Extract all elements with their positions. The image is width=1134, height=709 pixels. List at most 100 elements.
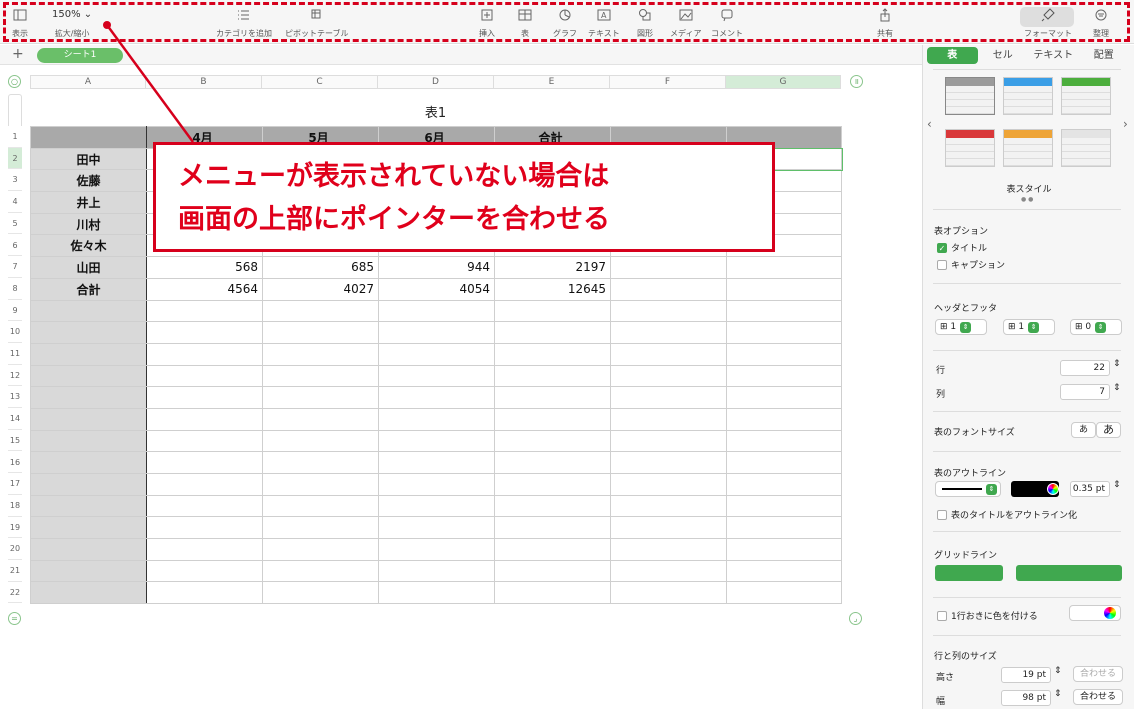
data-cell[interactable] bbox=[262, 451, 379, 474]
header-cell[interactable] bbox=[30, 126, 147, 149]
data-cell[interactable] bbox=[726, 429, 842, 453]
data-cell[interactable] bbox=[494, 516, 611, 540]
row-header-10[interactable]: 10 bbox=[8, 321, 22, 343]
data-cell[interactable] bbox=[262, 559, 379, 583]
data-cell[interactable]: 2197 bbox=[494, 256, 611, 279]
row-header-11[interactable]: 11 bbox=[8, 343, 22, 365]
row-name-cell[interactable] bbox=[30, 581, 147, 605]
row-header-6[interactable]: 6 bbox=[8, 235, 22, 257]
data-cell[interactable] bbox=[262, 342, 379, 366]
chevron-left-icon[interactable]: ‹ bbox=[927, 117, 932, 131]
data-cell[interactable]: 12645 bbox=[494, 277, 611, 301]
data-cell[interactable] bbox=[146, 559, 263, 583]
row-header-16[interactable]: 16 bbox=[8, 452, 22, 474]
outline-width-field[interactable]: 0.35 pt bbox=[1070, 481, 1110, 497]
data-cell[interactable] bbox=[726, 342, 842, 366]
row-name-cell[interactable]: 川村 bbox=[30, 212, 147, 236]
data-cell[interactable] bbox=[610, 386, 727, 409]
data-cell[interactable] bbox=[610, 256, 727, 279]
gridlines-table-toggle[interactable] bbox=[935, 565, 1003, 581]
table-style-swatch-3[interactable] bbox=[1061, 77, 1111, 115]
insert-button[interactable]: 挿入 bbox=[479, 8, 495, 39]
data-cell[interactable] bbox=[494, 321, 611, 344]
data-cell[interactable] bbox=[494, 429, 611, 453]
tab-arrange[interactable]: 配置 bbox=[1079, 47, 1130, 64]
tab-cell[interactable]: セル bbox=[978, 47, 1029, 64]
data-cell[interactable] bbox=[610, 407, 727, 431]
chart-button[interactable]: グラフ bbox=[553, 8, 577, 39]
data-cell[interactable] bbox=[146, 364, 263, 388]
row-header-19[interactable]: 19 bbox=[8, 517, 22, 539]
data-cell[interactable] bbox=[146, 321, 263, 344]
data-cell[interactable] bbox=[494, 364, 611, 388]
row-header-8[interactable]: 8 bbox=[8, 278, 22, 300]
row-header-17[interactable]: 17 bbox=[8, 473, 22, 495]
width-stepper-icon[interactable]: ⇕ bbox=[1054, 689, 1062, 699]
outline-width-stepper-icon[interactable]: ⇕ bbox=[1113, 480, 1121, 490]
zoom-button[interactable]: 150% ⌄ 拡大/縮小 bbox=[52, 8, 92, 39]
row-header-5[interactable]: 5 bbox=[8, 213, 22, 235]
footer-rows-stepper[interactable]: ⊞ 0 ⇕ bbox=[1070, 319, 1122, 335]
data-cell[interactable] bbox=[494, 559, 611, 583]
row-name-cell[interactable]: 田中 bbox=[30, 147, 147, 171]
data-cell[interactable] bbox=[494, 473, 611, 496]
row-name-cell[interactable] bbox=[30, 516, 147, 540]
gridlines-header-toggle[interactable] bbox=[1016, 565, 1122, 581]
column-header-b[interactable]: B bbox=[146, 75, 262, 89]
row-name-cell[interactable]: 佐藤 bbox=[30, 169, 147, 193]
data-cell[interactable] bbox=[378, 538, 495, 561]
data-cell[interactable] bbox=[146, 386, 263, 409]
row-name-cell[interactable] bbox=[30, 342, 147, 366]
add-row-icon[interactable]: = bbox=[8, 612, 21, 625]
row-name-cell[interactable] bbox=[30, 559, 147, 583]
data-cell[interactable] bbox=[726, 407, 842, 431]
fit-height-button[interactable]: 合わせる bbox=[1073, 666, 1123, 682]
data-cell[interactable] bbox=[262, 364, 379, 388]
data-cell[interactable] bbox=[146, 538, 263, 561]
data-cell[interactable] bbox=[146, 451, 263, 474]
row-name-cell[interactable] bbox=[30, 386, 147, 409]
table-style-swatch-2[interactable] bbox=[1003, 77, 1053, 115]
data-cell[interactable] bbox=[610, 277, 727, 301]
data-cell[interactable] bbox=[610, 429, 727, 453]
header-cols-stepper[interactable]: ⊞ 1 ⇕ bbox=[1003, 319, 1055, 335]
row-name-cell[interactable]: 佐々木 bbox=[30, 234, 147, 258]
data-cell[interactable] bbox=[610, 581, 727, 605]
data-cell[interactable] bbox=[378, 473, 495, 496]
width-field[interactable]: 98 pt bbox=[1001, 690, 1051, 706]
rows-field[interactable]: 22 bbox=[1060, 360, 1110, 376]
data-cell[interactable] bbox=[610, 451, 727, 474]
data-cell[interactable] bbox=[146, 516, 263, 540]
row-name-cell[interactable]: 井上 bbox=[30, 191, 147, 214]
row-header-2[interactable]: 2 bbox=[8, 147, 22, 170]
table-style-swatch-4[interactable] bbox=[945, 129, 995, 167]
data-cell[interactable] bbox=[262, 516, 379, 540]
data-cell[interactable] bbox=[610, 538, 727, 561]
row-name-cell[interactable] bbox=[30, 321, 147, 344]
add-sheet-button[interactable]: + bbox=[12, 46, 24, 62]
row-header-9[interactable]: 9 bbox=[8, 300, 22, 322]
data-cell[interactable] bbox=[378, 407, 495, 431]
data-cell[interactable] bbox=[610, 494, 727, 518]
column-header-g[interactable]: G bbox=[726, 75, 841, 89]
shape-button[interactable]: 図形 bbox=[637, 8, 653, 39]
pause-icon[interactable]: ॥ bbox=[850, 75, 863, 88]
data-cell[interactable] bbox=[378, 299, 495, 323]
row-header-22[interactable]: 22 bbox=[8, 582, 22, 604]
alternate-rows-checkbox[interactable]: 1行おきに色を付ける bbox=[937, 609, 1038, 622]
font-smaller-button[interactable]: あ bbox=[1071, 422, 1096, 438]
data-cell[interactable] bbox=[726, 386, 842, 409]
format-button[interactable]: フォーマット bbox=[1024, 8, 1072, 39]
data-cell[interactable] bbox=[610, 364, 727, 388]
data-cell[interactable] bbox=[610, 321, 727, 344]
column-header-f[interactable]: F bbox=[610, 75, 726, 89]
row-name-cell[interactable] bbox=[30, 429, 147, 453]
data-cell[interactable] bbox=[726, 494, 842, 518]
table-button[interactable]: 表 bbox=[518, 8, 532, 39]
data-cell[interactable] bbox=[494, 451, 611, 474]
outline-style-select[interactable]: ⇕ bbox=[935, 481, 1001, 497]
data-cell[interactable] bbox=[726, 516, 842, 540]
row-header-3[interactable]: 3 bbox=[8, 169, 22, 192]
row-header-20[interactable]: 20 bbox=[8, 538, 22, 560]
data-cell[interactable] bbox=[378, 386, 495, 409]
